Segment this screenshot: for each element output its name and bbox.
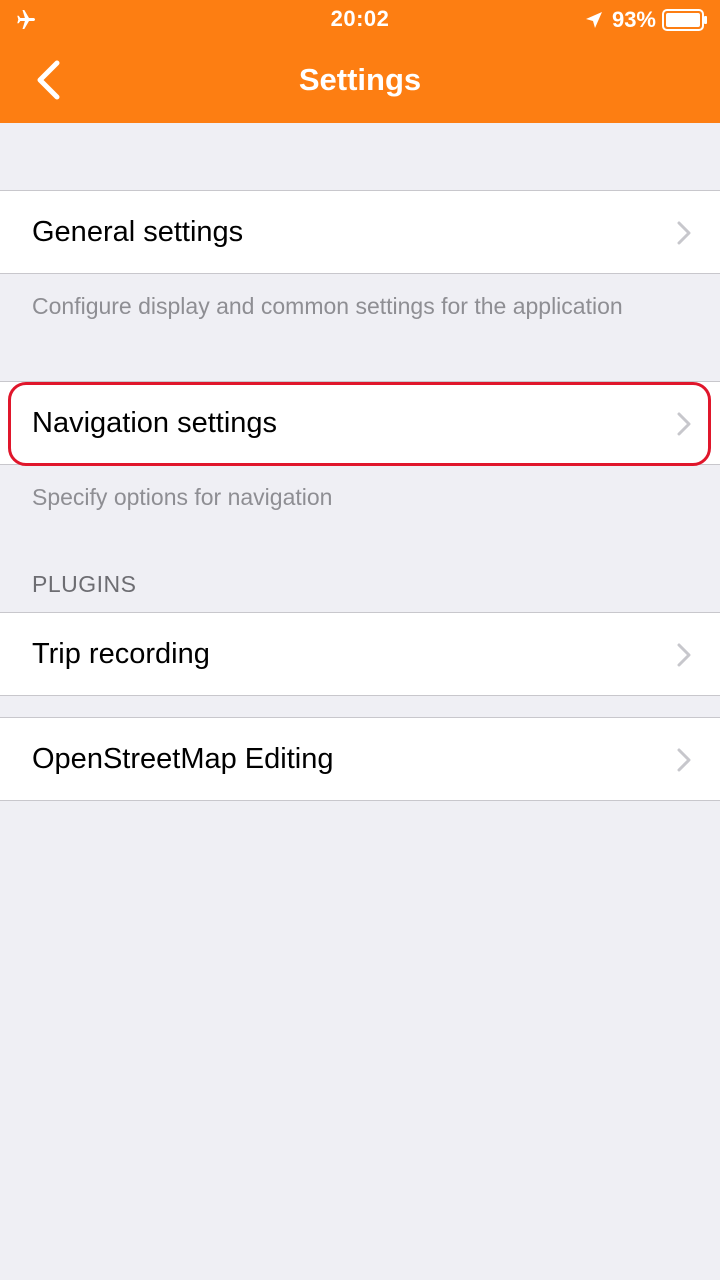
location-arrow-icon: [585, 12, 602, 28]
status-bar: 20:02 93%: [0, 0, 720, 40]
navigation-settings-row[interactable]: Navigation settings: [0, 381, 720, 465]
page-title: Settings: [298, 62, 422, 97]
general-settings-label: General settings: [32, 215, 244, 248]
plugins-section-header: PLUGINS: [32, 571, 137, 597]
navigation-settings-description: Specify options for navigation: [32, 484, 333, 510]
trip-recording-label: Trip recording: [32, 637, 210, 670]
chevron-right-icon: [677, 748, 691, 772]
battery-percent: 93%: [611, 7, 656, 32]
openstreetmap-editing-label: OpenStreetMap Editing: [32, 742, 334, 775]
navigation-bar: Settings: [0, 40, 720, 123]
general-settings-row[interactable]: General settings: [0, 190, 720, 274]
chevron-right-icon: [677, 643, 691, 667]
battery-icon: [662, 9, 707, 31]
trip-recording-row[interactable]: Trip recording: [0, 612, 720, 696]
openstreetmap-editing-row[interactable]: OpenStreetMap Editing: [0, 717, 720, 801]
chevron-right-icon: [677, 221, 691, 245]
chevron-right-icon: [677, 412, 691, 436]
navigation-settings-label: Navigation settings: [32, 406, 278, 439]
status-right: 93%: [584, 6, 708, 34]
general-settings-description: Configure display and common settings fo…: [32, 293, 623, 319]
